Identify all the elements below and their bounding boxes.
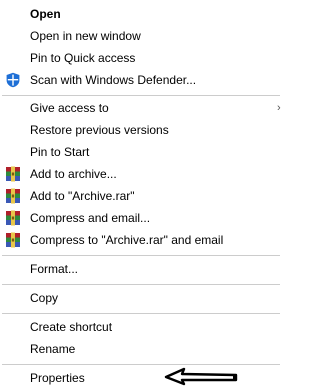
- menu-item-label: Pin to Start: [30, 145, 90, 159]
- menu-item-label: Properties: [30, 371, 85, 385]
- menu-item-label: Compress to "Archive.rar" and email: [30, 233, 224, 247]
- menu-separator: [2, 313, 280, 314]
- menu-item-label: Open in new window: [30, 29, 141, 43]
- menu-item-open[interactable]: Open: [0, 3, 282, 25]
- menu-item-label: Give access to: [30, 101, 109, 115]
- menu-item-label: Open: [30, 7, 61, 21]
- menu-item-pin-to-start[interactable]: Pin to Start: [0, 141, 282, 163]
- winrar-icon: [5, 188, 21, 204]
- menu-separator: [2, 95, 280, 96]
- arrow-left-annotation-icon: [160, 366, 240, 388]
- menu-item-label: Add to "Archive.rar": [30, 189, 135, 203]
- menu-item-label: Pin to Quick access: [30, 51, 136, 65]
- menu-item-rename[interactable]: Rename: [0, 338, 282, 360]
- menu-item-scan-windows-defender[interactable]: Scan with Windows Defender...: [0, 69, 282, 91]
- menu-item-add-to-archive-rar[interactable]: Add to "Archive.rar": [0, 185, 282, 207]
- chevron-right-icon: ›: [277, 102, 281, 114]
- menu-item-compress-to-archive-rar-and-email[interactable]: Compress to "Archive.rar" and email: [0, 229, 282, 251]
- menu-item-label: Format...: [30, 262, 79, 276]
- menu-item-label: Copy: [30, 291, 59, 305]
- windows-defender-shield-icon: [5, 72, 21, 88]
- menu-item-format[interactable]: Format...: [0, 258, 282, 280]
- menu-item-label: Restore previous versions: [30, 123, 169, 137]
- menu-item-open-in-new-window[interactable]: Open in new window: [0, 25, 282, 47]
- menu-item-add-to-archive[interactable]: Add to archive...: [0, 163, 282, 185]
- menu-item-copy[interactable]: Copy: [0, 287, 282, 309]
- menu-item-label: Add to archive...: [30, 167, 117, 181]
- menu-item-restore-previous-versions[interactable]: Restore previous versions: [0, 119, 282, 141]
- winrar-icon: [5, 210, 21, 226]
- menu-item-compress-and-email[interactable]: Compress and email...: [0, 207, 282, 229]
- context-menu: Open Open in new window Pin to Quick acc…: [0, 0, 282, 392]
- menu-separator: [2, 284, 280, 285]
- menu-item-give-access-to[interactable]: Give access to ›: [0, 97, 282, 119]
- menu-item-create-shortcut[interactable]: Create shortcut: [0, 316, 282, 338]
- menu-separator: [2, 364, 280, 365]
- menu-separator: [2, 255, 280, 256]
- menu-item-label: Create shortcut: [30, 320, 113, 334]
- menu-item-label: Compress and email...: [30, 211, 151, 225]
- winrar-icon: [5, 166, 21, 182]
- winrar-icon: [5, 232, 21, 248]
- menu-item-pin-to-quick-access[interactable]: Pin to Quick access: [0, 47, 282, 69]
- menu-item-label: Scan with Windows Defender...: [30, 73, 197, 87]
- menu-item-label: Rename: [30, 342, 76, 356]
